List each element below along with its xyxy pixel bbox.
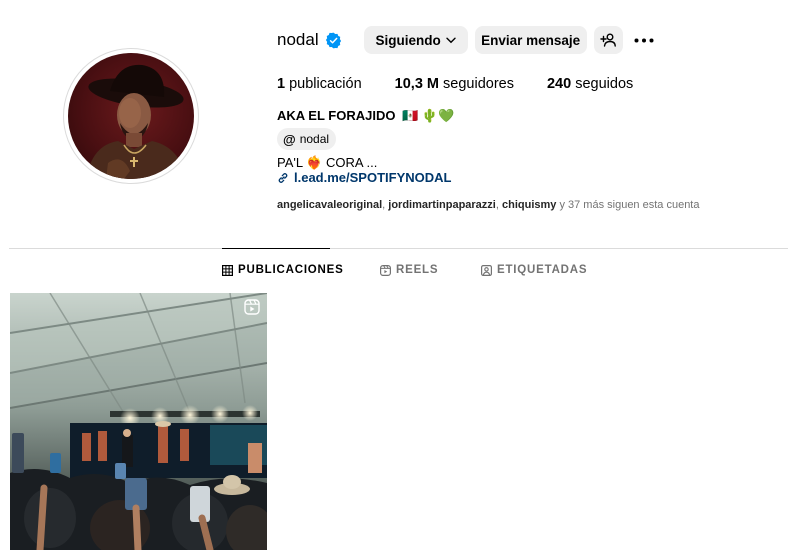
full-name-text: AKA EL FORAJIDO bbox=[277, 108, 396, 123]
add-person-icon bbox=[600, 33, 617, 47]
followed-by-user: jordimartinpaparazzi bbox=[388, 199, 496, 211]
posts-stat: 1 publicación bbox=[277, 76, 362, 92]
followers-stat[interactable]: 10,3 M seguidores bbox=[395, 76, 514, 92]
following-button-label: Siguiendo bbox=[375, 32, 441, 48]
following-button[interactable]: Siguiendo bbox=[363, 26, 468, 54]
following-stat[interactable]: 240 seguidos bbox=[547, 76, 633, 92]
tab-posts-label: PUBLICACIONES bbox=[238, 264, 344, 276]
more-options-icon bbox=[634, 38, 654, 42]
link-icon bbox=[278, 172, 288, 183]
profile-link[interactable]: l.ead.me/SPOTIFYNODAL bbox=[277, 170, 451, 185]
followed-by-rest: y 37 más siguen esta cuenta bbox=[559, 199, 700, 211]
tab-posts[interactable]: PUBLICACIONES bbox=[222, 264, 344, 276]
profile-stats: 1 publicación 10,3 M seguidores 240 segu… bbox=[277, 76, 666, 92]
tab-tagged[interactable]: ETIQUETADAS bbox=[481, 264, 587, 276]
send-message-label: Enviar mensaje bbox=[481, 32, 581, 48]
tab-reels[interactable]: REELS bbox=[380, 264, 438, 276]
suggested-users-button[interactable] bbox=[593, 26, 623, 54]
threads-badge[interactable]: @ nodal bbox=[277, 128, 337, 150]
followers-count: 10,3 M bbox=[394, 76, 440, 92]
profile-avatar[interactable] bbox=[68, 53, 194, 179]
profile-tabs: PUBLICACIONES REELS ETIQUETADAS bbox=[0, 264, 800, 280]
reels-icon bbox=[380, 264, 391, 276]
full-name-emojis: 🇲🇽 🌵💚 bbox=[402, 108, 455, 123]
tabs-divider bbox=[9, 248, 788, 249]
tagged-icon bbox=[481, 264, 492, 276]
tab-tagged-label: ETIQUETADAS bbox=[497, 264, 588, 276]
post-concert-image bbox=[10, 293, 267, 550]
followed-by-user: angelicavaleoriginal bbox=[277, 199, 383, 211]
grid-icon bbox=[222, 264, 233, 276]
followers-label: seguidores bbox=[443, 76, 514, 92]
followed-by[interactable]: angelicavaleoriginal, jordimartinpaparaz… bbox=[277, 199, 699, 211]
posts-label: publicación bbox=[289, 76, 362, 92]
avatar-portrait bbox=[86, 64, 186, 179]
profile-link-text: l.ead.me/SPOTIFYNODAL bbox=[294, 170, 452, 185]
profile-bio: PA'L ❤️‍🔥 CORA ... bbox=[277, 155, 378, 170]
followed-by-user: chiquismy bbox=[501, 199, 557, 211]
threads-icon: @ bbox=[283, 131, 296, 147]
send-message-button[interactable]: Enviar mensaje bbox=[474, 26, 587, 54]
posts-count: 1 bbox=[277, 76, 286, 92]
following-label: seguidos bbox=[575, 76, 634, 92]
profile-header-row: nodal Siguiendo Enviar mensaje bbox=[277, 26, 655, 54]
profile-full-name: AKA EL FORAJIDO 🇲🇽 🌵💚 bbox=[277, 108, 454, 124]
active-tab-indicator bbox=[222, 248, 330, 249]
profile-username: nodal bbox=[277, 30, 319, 49]
reel-badge-icon bbox=[244, 299, 260, 315]
tab-reels-label: REELS bbox=[396, 264, 439, 276]
more-options-button[interactable] bbox=[633, 26, 655, 54]
post-thumbnail[interactable] bbox=[10, 293, 267, 550]
chevron-down-icon bbox=[446, 37, 456, 43]
threads-handle: nodal bbox=[299, 132, 330, 146]
verified-badge-icon bbox=[325, 32, 341, 48]
following-count: 240 bbox=[546, 76, 572, 92]
